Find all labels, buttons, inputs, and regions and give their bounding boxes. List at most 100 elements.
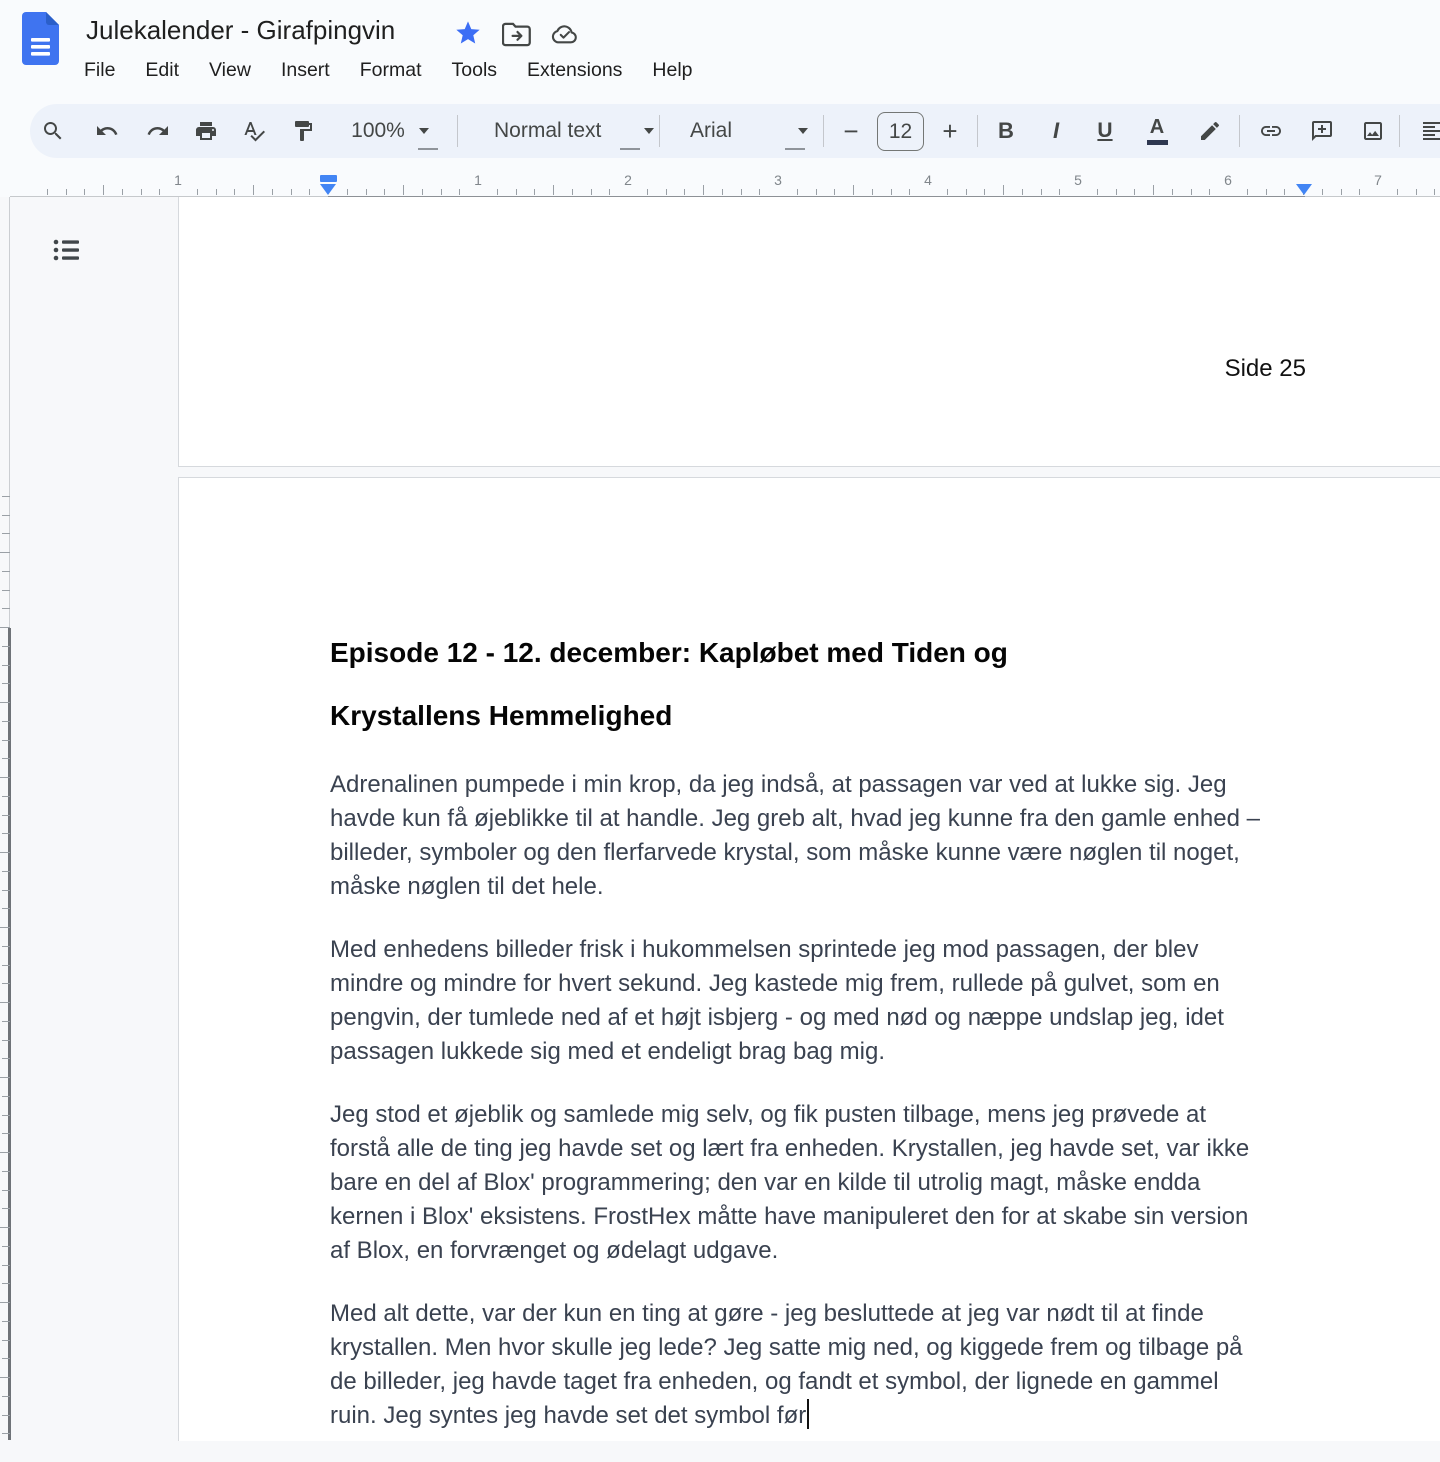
increase-font-size-button[interactable]: +: [932, 104, 968, 158]
text-color-button[interactable]: A: [1139, 104, 1175, 158]
ruler-tick: [84, 189, 85, 195]
ruler-tick: [47, 189, 48, 195]
menu-insert[interactable]: Insert: [281, 59, 330, 82]
left-indent-marker[interactable]: [320, 184, 336, 195]
chevron-down-icon: [644, 128, 654, 134]
document-body[interactable]: Episode 12 - 12. december: Kapløbet med …: [330, 621, 1390, 1462]
vertical-ruler-tick: [2, 758, 10, 759]
ruler-tick: [666, 189, 667, 195]
google-docs-logo[interactable]: [22, 12, 59, 65]
document-title[interactable]: Julekalender - Girafpingvin: [86, 15, 395, 46]
redo-button[interactable]: [140, 104, 176, 158]
vertical-ruler-tick: [2, 496, 10, 497]
menu-format[interactable]: Format: [360, 59, 422, 82]
vertical-ruler-tick: [0, 1302, 10, 1303]
ruler-tick: [1041, 189, 1042, 195]
toolbar-divider: [1399, 115, 1400, 147]
search-button[interactable]: [35, 104, 71, 158]
vertical-ruler-tick: [2, 1358, 10, 1359]
ruler-tick: [947, 189, 948, 195]
ruler-tick: [1022, 189, 1023, 195]
undo-button[interactable]: [89, 104, 125, 158]
vertical-ruler-tick: [2, 740, 10, 741]
chevron-down-icon: [798, 128, 808, 134]
vertical-ruler-tick: [2, 1021, 10, 1022]
ruler-tick: [159, 189, 160, 195]
vertical-ruler-tick: [0, 852, 10, 853]
paragraph-2[interactable]: Med enhedens billeder frisk i hukommelse…: [330, 933, 1390, 1069]
underline-button[interactable]: U: [1087, 104, 1123, 158]
ruler-tick: [66, 189, 67, 195]
page-26-editor[interactable]: Episode 12 - 12. december: Kapløbet med …: [178, 477, 1440, 1441]
episode-heading[interactable]: Episode 12 - 12. december: Kapløbet med …: [330, 621, 1390, 747]
spellcheck-button[interactable]: [236, 104, 272, 158]
vertical-ruler-tick: [2, 983, 10, 984]
toolbar-divider: [823, 115, 824, 147]
vertical-ruler-tick: [0, 1152, 10, 1153]
menu-extensions[interactable]: Extensions: [527, 59, 622, 82]
vertical-ruler-tick: [0, 552, 10, 553]
vertical-ruler-tick: [2, 908, 10, 909]
vertical-ruler-tick: [2, 608, 10, 609]
ruler-tick: [459, 189, 460, 195]
vertical-ruler-tick: [2, 946, 10, 947]
vertical-ruler-tick: [0, 702, 10, 703]
vertical-ruler-tick: [2, 665, 10, 666]
vertical-ruler-tick: [2, 1040, 10, 1041]
ruler-tick: [347, 189, 348, 195]
star-icon[interactable]: [453, 18, 483, 48]
vertical-ruler-tick: [2, 965, 10, 966]
menu-edit[interactable]: Edit: [145, 59, 179, 82]
menu-tools[interactable]: Tools: [452, 59, 498, 82]
ruler-tick: [591, 189, 592, 195]
document-outline-button[interactable]: [50, 234, 82, 266]
ruler-tick: [1097, 189, 1098, 195]
menu-file[interactable]: File: [84, 59, 115, 82]
decrease-font-size-button[interactable]: −: [833, 104, 869, 158]
insert-image-button[interactable]: [1355, 104, 1391, 158]
highlighter-button[interactable]: [1192, 104, 1228, 158]
cloud-saved-icon[interactable]: [550, 18, 580, 48]
vertical-ruler-tick: [2, 1283, 10, 1284]
font-dropdown-underline: [785, 148, 805, 150]
ruler-tick: [1172, 189, 1173, 195]
vertical-ruler-tick: [0, 1227, 10, 1228]
ruler-tick: [1359, 189, 1360, 195]
paragraph-1[interactable]: Adrenalinen pumpede i min krop, da jeg i…: [330, 768, 1390, 904]
menu-help[interactable]: Help: [652, 59, 692, 82]
zoom-value: 100%: [351, 119, 405, 143]
paragraph-style-value: Normal text: [494, 119, 601, 143]
ruler-tick: [141, 189, 142, 195]
print-button[interactable]: [188, 104, 224, 158]
first-line-indent-marker[interactable]: [320, 175, 337, 182]
insert-link-button[interactable]: [1253, 104, 1289, 158]
toolbar-divider: [1239, 115, 1240, 147]
ruler-tick: [253, 185, 254, 195]
vertical-ruler-tick: [2, 1246, 10, 1247]
ruler-tick: [966, 189, 967, 195]
font-size-field[interactable]: 12: [877, 112, 924, 151]
ruler-tick: [1322, 189, 1323, 195]
italic-button[interactable]: I: [1038, 104, 1074, 158]
menu-view[interactable]: View: [209, 59, 251, 82]
move-to-folder-icon[interactable]: [502, 19, 532, 49]
page-25[interactable]: Side 25: [178, 197, 1440, 467]
add-comment-button[interactable]: [1304, 104, 1340, 158]
ruler-tick: [1134, 189, 1135, 195]
toolbar-divider: [659, 115, 660, 147]
paint-format-button[interactable]: [285, 104, 321, 158]
right-indent-marker[interactable]: [1296, 184, 1312, 195]
paragraph-4[interactable]: Med alt dette, var der kun en ting at gø…: [330, 1297, 1390, 1433]
paragraph-3[interactable]: Jeg stod et øjeblik og samlede mig selv,…: [330, 1098, 1390, 1268]
ruler-tick: [816, 189, 817, 195]
align-left-button[interactable]: [1414, 104, 1440, 158]
vertical-ruler-tick: [0, 1077, 10, 1078]
toolbar-divider: [457, 115, 458, 147]
ruler-tick: [1209, 189, 1210, 195]
vertical-ruler-tick: [2, 590, 10, 591]
vertical-ruler-tick: [2, 683, 10, 684]
bold-button[interactable]: B: [988, 104, 1024, 158]
text-color-swatch: [1147, 140, 1168, 145]
ruler-number: 7: [1374, 172, 1382, 188]
font-family-value: Arial: [690, 119, 732, 143]
